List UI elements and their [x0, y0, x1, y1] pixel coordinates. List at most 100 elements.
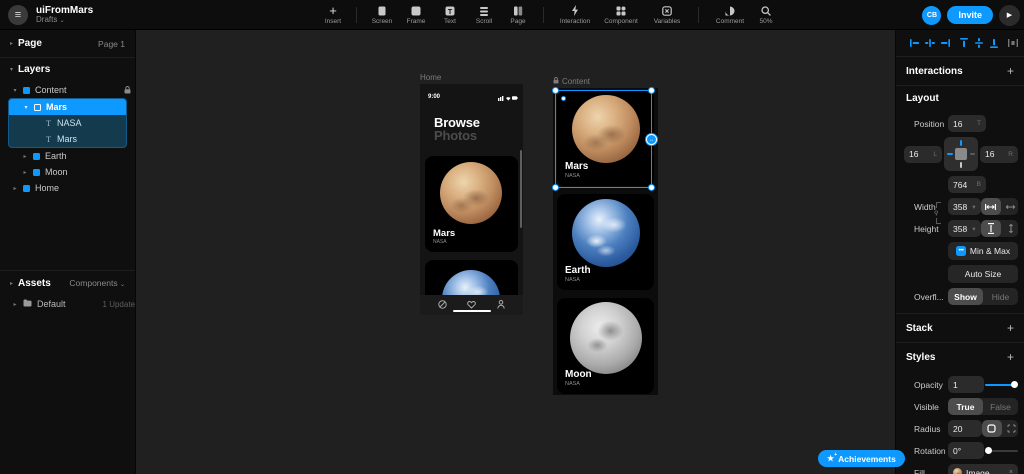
overflow-hide-button[interactable]: Hide	[983, 288, 1018, 305]
auto-size-button[interactable]: Auto Size	[948, 265, 1018, 283]
align-right-button[interactable]	[939, 37, 951, 49]
fill-value-pill[interactable]: Image ×	[948, 464, 1018, 474]
home-mars-card[interactable]: Mars NASA	[425, 156, 518, 252]
phone-scrollbar[interactable]	[519, 150, 522, 228]
height-fixed-button[interactable]	[980, 220, 1001, 237]
height-input[interactable]: 358 ▾	[948, 220, 981, 237]
resize-handle-top-right[interactable]	[648, 87, 655, 94]
layers-section-header[interactable]: ▾ Layers	[0, 58, 135, 80]
overflow-toggle: Show Hide	[948, 288, 1018, 305]
resize-handle-top-left[interactable]	[552, 87, 559, 94]
remove-fill-icon[interactable]: ×	[1009, 469, 1013, 474]
assets-section-header[interactable]: ▸ Assets Components ⌄	[0, 271, 135, 295]
width-label: Width	[914, 201, 936, 212]
project-info[interactable]: uiFromMars Drafts ⌄	[36, 5, 93, 25]
position-bottom-input[interactable]: 764 B	[948, 176, 986, 193]
align-middle-vertical-button[interactable]	[973, 37, 985, 49]
content-mars-card[interactable]: Mars NASA	[557, 90, 654, 186]
width-fixed-button[interactable]	[980, 198, 1001, 215]
visible-false-button[interactable]: False	[983, 398, 1018, 415]
radius-individual-button[interactable]	[1002, 420, 1018, 437]
resize-handle-bottom-right[interactable]	[648, 184, 655, 191]
home-frame[interactable]: 9:00 Browse Photos Mars NASA	[420, 84, 523, 315]
add-stack-button[interactable]: +	[1007, 321, 1014, 335]
constraint-right-tick[interactable]	[970, 153, 975, 155]
layer-row-earth[interactable]: ▸ Earth	[0, 148, 135, 164]
lock-icon[interactable]	[124, 86, 131, 94]
asset-row-default[interactable]: ▸ Default 1 Update	[0, 295, 135, 313]
align-center-horizontal-button[interactable]	[924, 37, 936, 49]
main-menu-button[interactable]: ≡	[8, 5, 28, 25]
layer-row-mars-text[interactable]: T Mars	[9, 131, 126, 147]
status-bar: 9:00	[428, 88, 518, 106]
zoom-level-button[interactable]: 50%	[753, 5, 779, 25]
align-top-button[interactable]	[958, 37, 970, 49]
radius-input[interactable]: 20	[948, 420, 982, 437]
width-relative-button[interactable]	[1001, 198, 1019, 215]
add-interaction-button[interactable]: +	[1007, 64, 1014, 78]
profile-icon[interactable]	[497, 296, 505, 314]
radius-uniform-button[interactable]	[981, 420, 1002, 437]
frame-tool-button[interactable]: Frame	[399, 6, 433, 25]
selected-layer-group: ▾ Mars T NASA T Mars	[8, 98, 127, 148]
constraint-top-tick[interactable]	[960, 140, 962, 146]
insert-tool-button[interactable]: + Insert	[318, 4, 348, 25]
component-tool-button[interactable]: Component	[598, 6, 644, 25]
layer-row-mars[interactable]: ▾ Mars	[9, 99, 126, 115]
position-right-input[interactable]: 16 R	[980, 145, 1018, 163]
opacity-slider[interactable]	[985, 380, 1018, 390]
align-left-button[interactable]	[909, 37, 921, 49]
comment-tool-button[interactable]: Comment	[707, 6, 753, 25]
rotation-input[interactable]: 0°	[948, 442, 984, 459]
opacity-input[interactable]: 1	[948, 376, 984, 393]
preview-play-button[interactable]: ▶	[999, 4, 1020, 26]
interaction-tool-button[interactable]: Interaction	[552, 4, 598, 25]
page-section-header[interactable]: ▸ Page Page 1	[0, 30, 135, 57]
explore-icon[interactable]	[438, 296, 447, 314]
project-breadcrumb[interactable]: Drafts ⌄	[36, 15, 93, 25]
align-bottom-button[interactable]	[988, 37, 1000, 49]
resize-handle-bottom-left[interactable]	[552, 184, 559, 191]
achievements-button[interactable]: ★ + Achievements	[818, 450, 905, 467]
width-input[interactable]: 358 ▾	[948, 198, 981, 215]
invite-button[interactable]: Invite	[947, 6, 993, 24]
home-frame-label[interactable]: Home	[420, 73, 441, 82]
visible-true-button[interactable]: True	[948, 398, 983, 415]
rotation-slider[interactable]	[985, 446, 1018, 456]
layer-row-content[interactable]: ▾ Content	[0, 82, 135, 98]
toolbar-separator	[698, 7, 699, 23]
content-moon-card[interactable]: Moon NASA	[557, 298, 654, 394]
distribute-horizontal-button[interactable]	[1007, 37, 1019, 49]
overflow-show-button[interactable]: Show	[948, 288, 983, 305]
position-left-input[interactable]: 16 L	[904, 145, 942, 163]
position-top-input[interactable]: 16 T	[948, 115, 986, 132]
chevron-down-icon: ▾	[13, 87, 17, 94]
auto-size-row: Auto Size	[896, 265, 1024, 283]
min-max-button[interactable]: ••• Min & Max	[948, 242, 1018, 260]
layer-row-moon[interactable]: ▸ Moon	[0, 164, 135, 180]
resize-handle-right-middle[interactable]: ↔	[645, 133, 658, 146]
frame-icon	[411, 6, 421, 16]
styles-section-header: Styles +	[906, 350, 1014, 364]
constraint-bottom-tick[interactable]	[960, 162, 962, 168]
layer-row-home[interactable]: ▸ Home	[0, 180, 135, 196]
constraints-widget[interactable]	[944, 137, 978, 171]
content-frame-label[interactable]: Content	[553, 77, 590, 86]
constraint-left-tick[interactable]	[947, 153, 953, 155]
text-tool-button[interactable]: T Text	[433, 6, 467, 25]
chevron-down-icon: ▾	[10, 66, 14, 73]
content-earth-card[interactable]: Earth NASA	[557, 194, 654, 290]
scroll-tool-button[interactable]: Scroll	[467, 6, 501, 25]
screen-tool-button[interactable]: Screen	[365, 6, 399, 25]
layer-row-nasa-text[interactable]: T NASA	[9, 115, 126, 131]
user-avatar[interactable]: CB	[922, 5, 942, 25]
page-tool-button[interactable]: Page	[501, 6, 535, 25]
opacity-label: Opacity	[914, 379, 943, 390]
add-style-button[interactable]: +	[1007, 350, 1014, 364]
assets-filter-dropdown[interactable]: Components ⌄	[69, 278, 125, 288]
current-page-name[interactable]: Page 1	[98, 39, 125, 49]
height-relative-button[interactable]	[1001, 220, 1019, 237]
variables-tool-button[interactable]: Variables	[644, 5, 690, 25]
design-canvas[interactable]: Home 9:00 Browse Photos Mars NASA Conten…	[136, 30, 895, 474]
content-frame[interactable]: Mars NASA Earth NASA Moon NASA	[553, 88, 658, 395]
